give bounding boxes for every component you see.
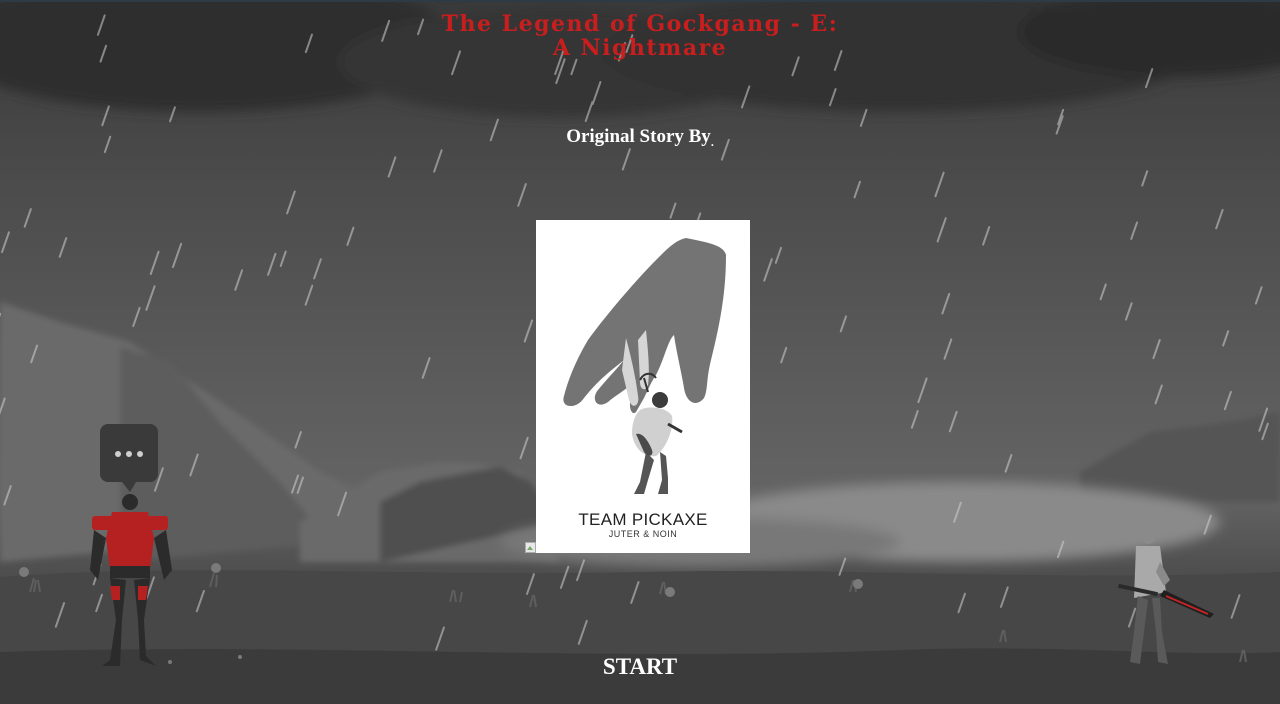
- raindrop: [286, 190, 296, 215]
- raindrop: [621, 148, 631, 171]
- game-title: The Legend of Gockgang - E: A Nightmare: [0, 12, 1280, 60]
- raindrop: [58, 237, 68, 258]
- raindrop: [1141, 170, 1149, 187]
- raindrop: [1152, 339, 1161, 360]
- raindrop: [943, 338, 953, 360]
- raindrop: [23, 208, 32, 228]
- raindrop: [982, 226, 991, 246]
- team-pickaxe-poster: TEAM PICKAXE JUTER & NOIN: [536, 220, 750, 553]
- poster-team-name: TEAM PICKAXE: [578, 510, 708, 529]
- raindrop: [1124, 302, 1133, 321]
- raindrop: [948, 410, 958, 433]
- game-title-line-2: A Nightmare: [552, 35, 728, 61]
- raindrop: [853, 180, 861, 199]
- raindrop: [1, 231, 10, 254]
- raindrop: [1215, 208, 1224, 230]
- raindrop: [910, 410, 919, 429]
- red-sword: [1118, 583, 1214, 618]
- raindrop: [1130, 221, 1139, 240]
- speech-bubble-ellipsis-icon: [100, 424, 158, 492]
- raindrop: [1223, 390, 1232, 411]
- raindrop: [917, 377, 928, 404]
- raindrop: [780, 346, 788, 364]
- poster-members: JUTER & NOIN: [608, 529, 678, 539]
- raindrop: [132, 306, 141, 328]
- raindrop: [859, 108, 868, 127]
- story-credit: Original Story By.: [0, 126, 1280, 150]
- start-button[interactable]: START: [0, 654, 1280, 680]
- giant-hand-illustration: [563, 238, 726, 494]
- raindrop: [936, 217, 947, 243]
- raindrop: [304, 284, 314, 306]
- raindrop: [839, 315, 847, 333]
- story-credit-label: Original Story By: [566, 126, 711, 147]
- raindrop: [519, 436, 529, 460]
- raindrop: [294, 431, 302, 449]
- raindrop: [763, 258, 773, 282]
- raindrop: [145, 285, 156, 311]
- raindrop: [1099, 283, 1107, 301]
- raindrop: [387, 156, 397, 178]
- title-screen: The Legend of Gockgang - E: A Nightmare …: [0, 0, 1280, 704]
- raindrop: [669, 202, 677, 219]
- raindrop: [433, 149, 443, 173]
- raindrop: [234, 269, 244, 291]
- raindrop: [774, 246, 783, 264]
- raindrop: [934, 171, 945, 198]
- raindrop: [523, 319, 534, 343]
- start-button-label: START: [602, 654, 678, 679]
- raindrop: [1254, 286, 1263, 305]
- story-credit-suffix: .: [710, 135, 714, 149]
- raindrop: [346, 226, 355, 246]
- raindrop: [279, 250, 287, 267]
- raindrop: [267, 252, 277, 276]
- raindrop: [421, 357, 431, 379]
- pale-swordsman: [1118, 528, 1214, 664]
- raindrop: [172, 242, 183, 269]
- raindrop: [101, 105, 110, 127]
- broken-image-icon: [525, 542, 536, 553]
- raindrop: [1222, 330, 1230, 347]
- raindrop: [941, 292, 951, 315]
- raindrop: [517, 183, 527, 207]
- raindrop: [1154, 384, 1163, 405]
- game-title-line-1: The Legend of Gockgang - E:: [441, 11, 839, 37]
- red-armored-knight: [90, 424, 172, 666]
- raindrop: [313, 258, 322, 280]
- raindrop: [149, 250, 160, 276]
- raindrop: [1004, 453, 1013, 473]
